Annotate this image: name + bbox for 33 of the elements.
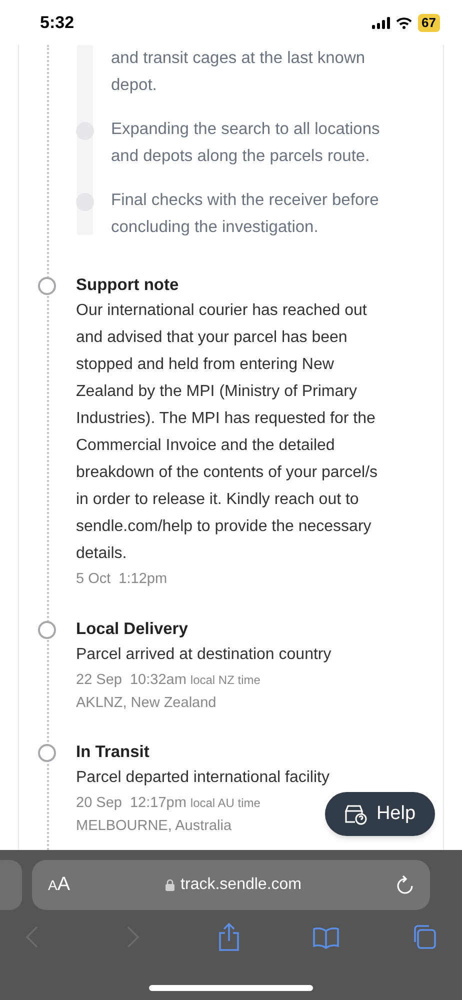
wifi-icon bbox=[396, 16, 412, 28]
event-title: Support note bbox=[76, 275, 180, 296]
share-icon[interactable] bbox=[217, 922, 241, 952]
event-description: Parcel departed international facility bbox=[76, 768, 330, 788]
battery-indicator: 67 bbox=[418, 14, 440, 32]
event-date: 22 Sep bbox=[76, 671, 122, 690]
address-bar[interactable]: AA track.sendle.com bbox=[32, 860, 430, 910]
event-location: MELBOURNE, Australia bbox=[76, 817, 233, 836]
event-description: Our international courier has reached out and advised that your parcel has been stopped and held from entering New Zealand by the MPI (Ministry of Primary Industries). The MPI has requested for the Commercial Invoice and the detailed breakdown of the contents of your parcel/s in order to release it. Kindly reach out to sendle.com/help to provide the necessary details. bbox=[76, 301, 379, 564]
event-title: In Transit bbox=[76, 742, 150, 763]
tabs-icon[interactable] bbox=[411, 924, 437, 950]
event-time: 10:32am bbox=[130, 671, 186, 690]
event-description: Parcel arrived at destination country bbox=[76, 645, 332, 665]
signal-icon bbox=[372, 16, 390, 28]
book-icon[interactable] bbox=[312, 927, 340, 949]
text-size-button[interactable]: AA bbox=[48, 870, 70, 900]
step-text: and transit cages at the last known depot. bbox=[111, 48, 366, 96]
timezone-note: local AU time bbox=[190, 795, 260, 812]
event-date: 20 Sep bbox=[76, 794, 122, 813]
status-time: 5:32 bbox=[40, 12, 74, 34]
event-time: 1:12pm bbox=[118, 570, 168, 589]
step-text: Final checks with the receiver before concluding the investigation. bbox=[111, 190, 380, 238]
reload-icon[interactable] bbox=[396, 875, 414, 895]
box-question-icon bbox=[344, 803, 368, 825]
lock-icon bbox=[164, 879, 175, 891]
step-text: Expanding the search to all locations and depots along the parcels route. bbox=[111, 119, 381, 167]
url-text: track.sendle.com bbox=[180, 875, 302, 895]
help-button[interactable]: Help bbox=[325, 792, 435, 836]
event-time: 12:17pm bbox=[130, 794, 186, 813]
event-date: 5 Oct bbox=[76, 570, 111, 589]
timezone-note: local NZ time bbox=[190, 672, 260, 689]
event-location: AKLNZ, New Zealand bbox=[76, 694, 218, 713]
event-title: Local Delivery bbox=[76, 619, 189, 640]
